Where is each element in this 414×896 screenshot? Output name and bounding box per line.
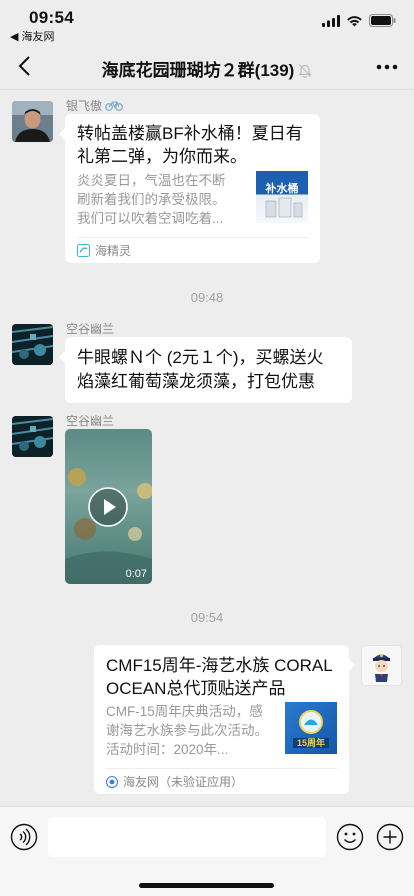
chat-title: 海底花园珊瑚坊２群(139): [101, 61, 295, 80]
chat-title-wrap: 海底花园珊瑚坊２群(139): [0, 56, 414, 81]
status-icons: [322, 14, 396, 27]
add-more-icon[interactable]: [376, 823, 404, 851]
link-card-title: 转帖盖楼赢BF补水桶！夏日有礼第二弹，为你而来。: [77, 124, 303, 166]
aquarium-photo-icon: [12, 324, 53, 365]
status-bar: 09:54 ◀ 海友网: [0, 0, 414, 44]
mini-program-icon: [77, 244, 90, 257]
more-options-icon[interactable]: [376, 64, 398, 70]
text-message[interactable]: 牛眼螺Ｎ个 (2元１个)，买螺送火焰藻红葡萄藻龙须藻，打包优惠: [59, 337, 352, 403]
avatar[interactable]: [12, 416, 53, 457]
video-message[interactable]: 0:07: [65, 429, 152, 584]
link-card-message[interactable]: 转帖盖楼赢BF补水桶！夏日有礼第二弹，为你而来。 炎炎夏日，气温也在不断刷新着我…: [59, 114, 320, 263]
emoji-icon[interactable]: [336, 823, 364, 851]
chat-header: 海底花园珊瑚坊２群(139): [0, 44, 414, 90]
sender-name: 空谷幽兰: [66, 414, 115, 428]
avatar[interactable]: [12, 101, 53, 142]
battery-icon: [369, 14, 396, 27]
back-to-app-link[interactable]: ◀ 海友网: [10, 28, 55, 44]
message-input[interactable]: [48, 817, 326, 857]
timestamp-divider: 09:54: [190, 610, 224, 625]
link-card-description: 炎炎夏日，气温也在不断刷新着我们的承受极限。我们可以吹着空调吃着...: [77, 173, 226, 226]
avatar[interactable]: [361, 645, 402, 686]
cartoon-officer-icon: [373, 653, 390, 682]
link-card-source: 海友网（未验证应用）: [106, 768, 337, 794]
thumbnail-caption: 补水桶: [265, 183, 299, 195]
home-indicator: [139, 883, 274, 888]
link-card-source-name: 海友网（未验证应用）: [123, 775, 244, 789]
thumbnail-caption: 15周年: [296, 738, 325, 748]
link-card-source-name: 海精灵: [95, 244, 132, 258]
sender-name: 空谷幽兰: [66, 322, 115, 336]
mini-program-icon: [106, 775, 118, 788]
play-icon[interactable]: [88, 487, 128, 527]
wifi-icon: [347, 15, 362, 26]
message-input-bar: [0, 806, 414, 896]
voice-input-icon[interactable]: [10, 823, 38, 851]
muted-bell-icon: [298, 64, 313, 78]
timestamp-divider: 09:48: [190, 290, 224, 305]
link-card-thumbnail: 15周年: [285, 702, 337, 754]
link-card-thumbnail: 补水桶: [256, 171, 308, 223]
bicycle-icon: [105, 101, 123, 111]
avatar[interactable]: [12, 324, 53, 365]
cellular-signal-icon: [322, 14, 340, 27]
video-duration: 0:07: [125, 568, 147, 580]
bucket-product-icon: [265, 197, 303, 218]
sender-name: 银飞傲: [66, 97, 123, 114]
link-card-message[interactable]: CMF15周年-海艺水族 CORAL OCEAN总代顶贴送产品 CMF-15周年…: [94, 645, 355, 794]
link-card-description: CMF-15周年庆典活动，感谢海艺水族参与此次活动。活动时间：2020年...: [106, 704, 268, 757]
link-card-source: 海精灵: [77, 237, 308, 263]
link-card-title: CMF15周年-海艺水族 CORAL OCEAN总代顶贴送产品: [106, 656, 333, 698]
aquarium-photo-icon: [12, 416, 53, 457]
status-time: 09:54: [29, 8, 74, 27]
user-photo-icon: [12, 101, 53, 142]
